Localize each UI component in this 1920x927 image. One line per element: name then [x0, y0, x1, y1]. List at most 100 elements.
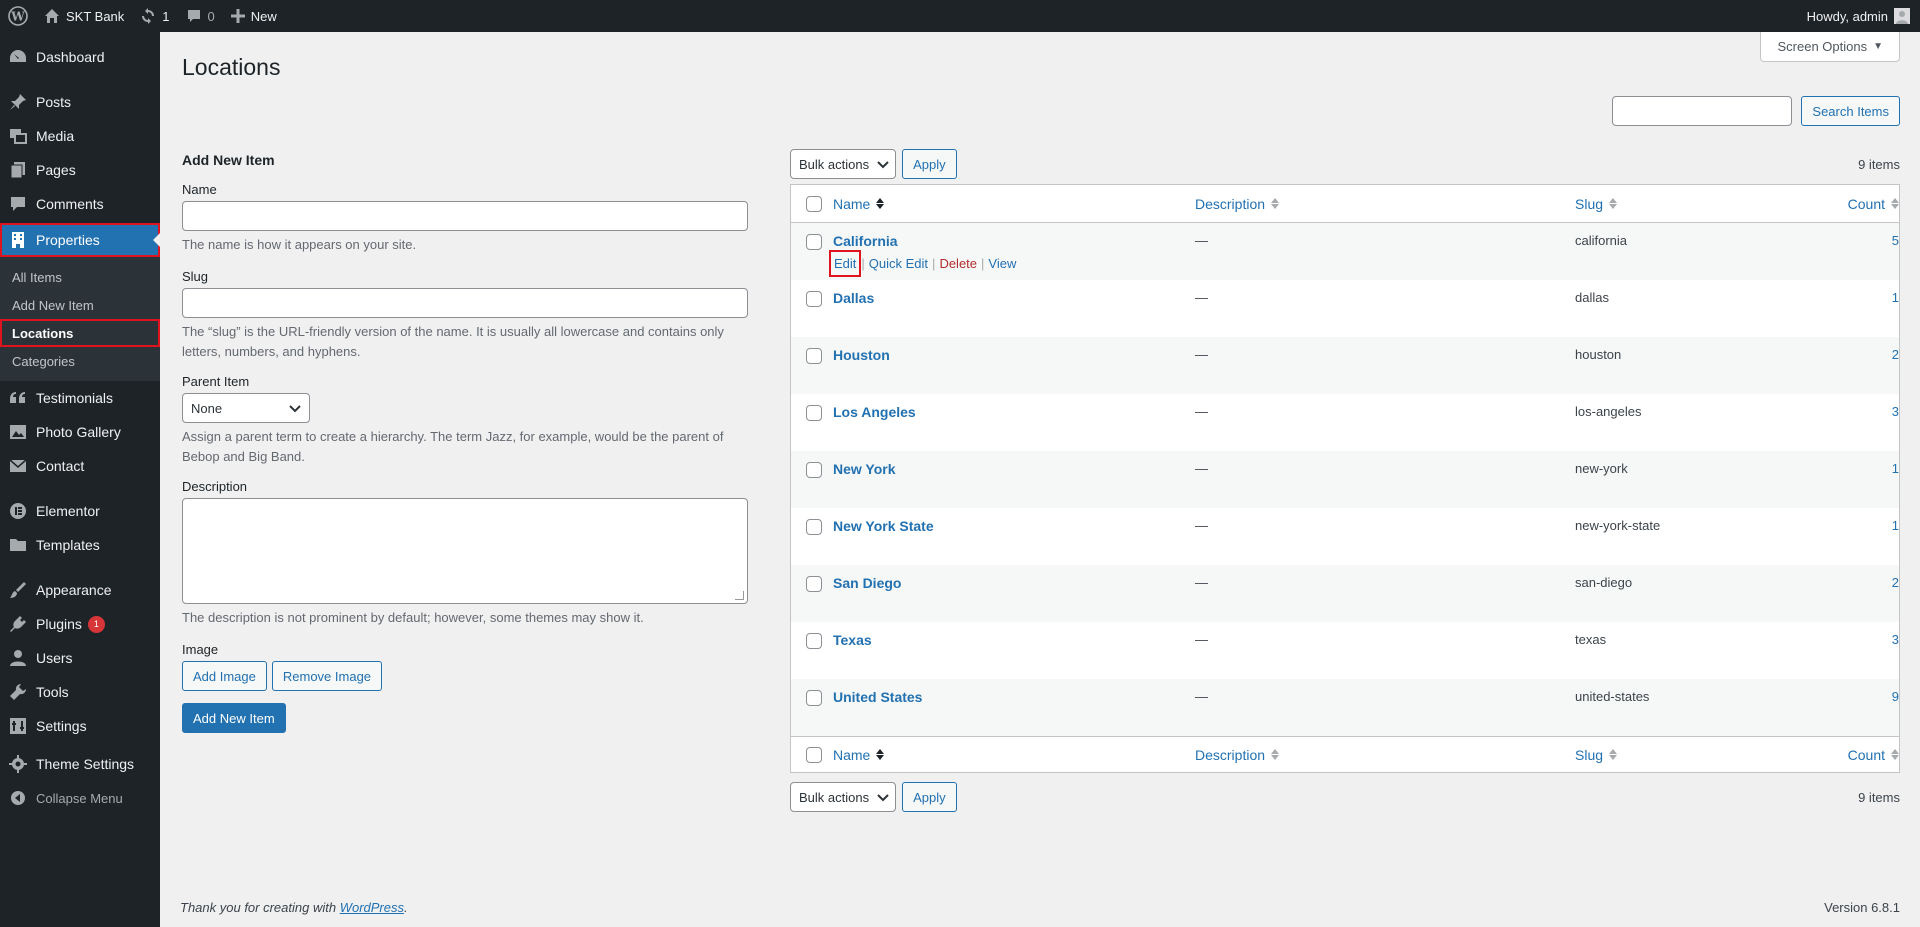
column-count-sort[interactable]: Count	[1845, 196, 1899, 212]
plus-icon	[230, 9, 245, 23]
menu-contact[interactable]: Contact	[0, 449, 160, 483]
collapse-menu-button[interactable]: Collapse Menu	[0, 781, 160, 815]
menu-theme-settings[interactable]: Theme Settings	[0, 747, 160, 781]
term-count-link[interactable]: 2	[1845, 575, 1899, 590]
term-name-link[interactable]: United States	[833, 689, 1195, 705]
row-checkbox[interactable]	[806, 234, 822, 250]
menu-appearance[interactable]: Appearance	[0, 573, 160, 607]
term-name-link[interactable]: California	[833, 233, 1195, 249]
term-count-link[interactable]: 5	[1845, 233, 1899, 248]
column-description-sort[interactable]: Description	[1195, 196, 1575, 212]
sort-icon	[1891, 749, 1899, 760]
search-input[interactable]	[1612, 96, 1792, 126]
row-checkbox[interactable]	[806, 576, 822, 592]
parent-select[interactable]: None	[182, 393, 310, 423]
submenu-all-items[interactable]: All Items	[0, 263, 160, 291]
term-description: —	[1195, 575, 1208, 590]
collapse-icon	[8, 788, 28, 808]
menu-dashboard[interactable]: Dashboard	[0, 40, 160, 74]
column-name: Name	[833, 746, 871, 763]
menu-testimonials[interactable]: Testimonials	[0, 381, 160, 415]
screen-options-button[interactable]: Screen Options ▼	[1760, 32, 1900, 62]
term-name-link[interactable]: Houston	[833, 347, 1195, 363]
row-checkbox[interactable]	[806, 690, 822, 706]
description-textarea[interactable]	[182, 498, 748, 604]
building-icon	[8, 230, 28, 250]
menu-users[interactable]: Users	[0, 641, 160, 675]
term-name-link[interactable]: New York	[833, 461, 1195, 477]
add-new-item-button[interactable]: Add New Item	[182, 703, 286, 733]
search-items-button[interactable]: Search Items	[1801, 96, 1900, 126]
term-count-link[interactable]: 1	[1845, 518, 1899, 533]
column-count-sort[interactable]: Count	[1845, 747, 1899, 763]
menu-photo-gallery[interactable]: Photo Gallery	[0, 415, 160, 449]
term-count-link[interactable]: 1	[1845, 461, 1899, 476]
term-count-link[interactable]: 3	[1845, 632, 1899, 647]
term-count-link[interactable]: 3	[1845, 404, 1899, 419]
slug-help-line-1: The “slug” is the URL-friendly version o…	[182, 324, 724, 339]
column-name-sort[interactable]: Name	[833, 747, 1195, 763]
bulk-actions-value: Bulk actions	[799, 156, 870, 172]
column-slug: Slug	[1575, 746, 1604, 763]
column-slug-sort[interactable]: Slug	[1575, 196, 1845, 212]
edit-link[interactable]: Edit	[828, 250, 862, 277]
updates-link[interactable]: 1	[132, 0, 177, 32]
term-name-link[interactable]: New York State	[833, 518, 1195, 534]
menu-elementor[interactable]: Elementor	[0, 494, 160, 528]
submenu-categories[interactable]: Categories	[0, 347, 160, 375]
menu-settings[interactable]: Settings	[0, 709, 160, 743]
row-checkbox[interactable]	[806, 291, 822, 307]
column-description-sort[interactable]: Description	[1195, 747, 1575, 763]
sort-icon	[876, 198, 885, 209]
remove-image-button[interactable]: Remove Image	[271, 661, 383, 691]
select-all-checkbox[interactable]	[806, 195, 822, 212]
apply-button[interactable]: Apply	[902, 149, 957, 179]
row-checkbox[interactable]	[806, 405, 822, 421]
menu-tools[interactable]: Tools	[0, 675, 160, 709]
term-name-link[interactable]: Dallas	[833, 290, 1195, 306]
new-content-link[interactable]: New	[223, 0, 285, 32]
submenu-add-new-item[interactable]: Add New Item	[0, 291, 160, 319]
apply-button-bottom[interactable]: Apply	[902, 782, 957, 812]
term-name-link[interactable]: Texas	[833, 632, 1195, 648]
description-help: The description is not prominent by defa…	[182, 610, 644, 625]
my-account[interactable]: Howdy, admin	[1807, 8, 1920, 24]
delete-link[interactable]: Delete	[939, 256, 977, 271]
term-name-link[interactable]: San Diego	[833, 575, 1195, 591]
column-slug-sort[interactable]: Slug	[1575, 747, 1845, 763]
slug-input[interactable]	[182, 288, 748, 318]
wordpress-logo-icon[interactable]: W	[0, 0, 36, 32]
term-name-link[interactable]: Los Angeles	[833, 404, 1195, 420]
column-name-sort[interactable]: Name	[833, 196, 1195, 212]
quick-edit-link[interactable]: Quick Edit	[869, 256, 928, 271]
term-count-link[interactable]: 2	[1845, 347, 1899, 362]
menu-media[interactable]: Media	[0, 119, 160, 153]
term-count-link[interactable]: 9	[1845, 689, 1899, 704]
select-all-checkbox-bottom[interactable]	[806, 746, 822, 763]
page-title: Locations	[182, 54, 281, 80]
comments-link[interactable]: 0	[178, 0, 223, 32]
menu-posts[interactable]: Posts	[0, 85, 160, 119]
footer-thanks: Thank you for creating with WordPress.	[180, 900, 408, 915]
row-checkbox[interactable]	[806, 633, 822, 649]
chevron-down-icon	[877, 157, 889, 172]
row-checkbox[interactable]	[806, 462, 822, 478]
terms-list: Bulk actions Apply 9 items Name Descript…	[790, 148, 1900, 813]
name-input[interactable]	[182, 201, 748, 231]
term-count-link[interactable]: 1	[1845, 290, 1899, 305]
site-name-link[interactable]: SKT Bank	[36, 0, 132, 32]
bulk-actions-select-bottom[interactable]: Bulk actions	[790, 782, 897, 812]
menu-plugins[interactable]: Plugins 1	[0, 607, 160, 641]
menu-templates[interactable]: Templates	[0, 528, 160, 562]
bulk-actions-select[interactable]: Bulk actions	[790, 149, 897, 179]
wordpress-link[interactable]: WordPress	[340, 900, 404, 915]
submenu-locations[interactable]: Locations	[0, 319, 160, 347]
menu-properties[interactable]: Properties	[0, 223, 160, 257]
menu-comments[interactable]: Comments	[0, 187, 160, 221]
view-link[interactable]: View	[988, 256, 1016, 271]
row-checkbox[interactable]	[806, 519, 822, 535]
home-icon	[44, 8, 60, 24]
row-checkbox[interactable]	[806, 348, 822, 364]
menu-pages[interactable]: Pages	[0, 153, 160, 187]
add-image-button[interactable]: Add Image	[182, 661, 267, 691]
